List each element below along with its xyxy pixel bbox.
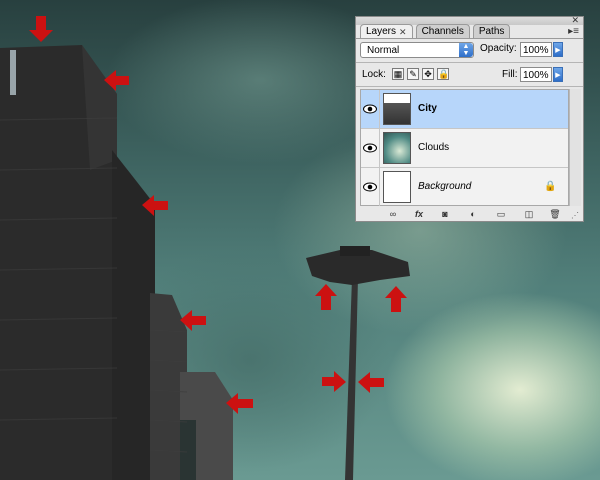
arrow-up-lamp-left <box>315 284 337 310</box>
layers-scrollbar[interactable] <box>569 89 581 206</box>
divider <box>356 86 583 87</box>
panel-bottom-bar: ∞ fx ◙ ◐ ▭ ◫ 🗑 ⋰ <box>360 207 581 221</box>
tab-layers[interactable]: Layers ✕ <box>360 24 413 39</box>
tab-divider <box>356 38 583 39</box>
layer-name: Clouds <box>418 142 450 153</box>
tab-paths[interactable]: Paths <box>472 24 511 39</box>
layer-row-clouds[interactable]: Clouds <box>361 129 568 168</box>
lock-pixels-icon[interactable]: ✎ <box>407 68 419 80</box>
arrow-right-post <box>322 371 346 392</box>
layer-thumbnail <box>383 171 411 203</box>
group-folder-icon[interactable]: ▭ <box>494 208 508 220</box>
layer-name: Background <box>418 181 472 192</box>
tab-close-icon[interactable]: ✕ <box>399 25 407 39</box>
resize-grip-icon[interactable]: ⋰ <box>571 211 579 220</box>
lock-position-icon[interactable]: ✥ <box>422 68 434 80</box>
layers-list: City Clouds Background 🔒 <box>360 89 569 206</box>
opacity-input[interactable]: 100% <box>520 42 552 57</box>
arrow-up-lamp-right <box>385 286 407 312</box>
layer-row-city[interactable]: City <box>361 90 568 129</box>
panel-close-icon[interactable]: ✕ <box>571 15 579 26</box>
blend-opacity-row: Normal ▲ ▼ Opacity: 100% ▶ <box>360 42 579 60</box>
visibility-eye-icon[interactable] <box>361 90 380 128</box>
lock-transparency-icon[interactable]: ▦ <box>392 68 404 80</box>
opacity-label: Opacity: <box>480 43 517 54</box>
blend-mode-value: Normal <box>367 45 400 56</box>
buildings <box>0 45 233 480</box>
fill-label: Fill: <box>502 69 518 80</box>
tab-paths-label: Paths <box>478 26 505 37</box>
layer-lock-icon: 🔒 <box>544 181 557 192</box>
panel-menu-icon[interactable]: ▸≡ <box>568 26 579 37</box>
updown-arrows-icon: ▲ ▼ <box>459 43 473 57</box>
layer-name: City <box>418 103 437 114</box>
fill-input[interactable]: 100% <box>520 67 552 82</box>
lock-fill-row: Lock: ▦ ✎ ✥ 🔒 Fill: 100% ▶ <box>360 67 579 83</box>
lock-all-icon[interactable]: 🔒 <box>437 68 449 80</box>
tab-channels-label: Channels <box>421 26 464 37</box>
tab-layers-label: Layers <box>366 26 397 37</box>
link-layers-icon[interactable]: ∞ <box>386 208 400 220</box>
trash-icon[interactable]: 🗑 <box>548 208 562 220</box>
lock-label: Lock: <box>362 69 386 80</box>
layer-style-icon[interactable]: fx <box>412 208 426 220</box>
opacity-slider-arrow-icon[interactable]: ▶ <box>553 42 563 57</box>
opacity-value: 100% <box>523 45 549 56</box>
arrow-left-post <box>358 372 384 393</box>
layers-panel: ✕ Layers ✕ Channels Paths ▸≡ Normal ▲ ▼ O… <box>355 15 584 222</box>
layer-row-background[interactable]: Background 🔒 <box>361 168 568 207</box>
arrow-down-top <box>29 16 53 42</box>
layer-thumbnail <box>383 93 411 125</box>
tab-channels[interactable]: Channels <box>415 24 470 39</box>
panel-tabs: Layers ✕ Channels Paths <box>360 24 511 39</box>
fill-slider-arrow-icon[interactable]: ▶ <box>553 67 563 82</box>
visibility-eye-icon[interactable] <box>361 129 380 167</box>
layer-mask-icon[interactable]: ◙ <box>438 208 452 220</box>
adjustment-layer-icon[interactable]: ◐ <box>466 208 480 220</box>
blend-mode-select[interactable]: Normal ▲ ▼ <box>360 42 474 58</box>
divider <box>356 62 583 63</box>
new-layer-icon[interactable]: ◫ <box>522 208 536 220</box>
layer-thumbnail <box>383 132 411 164</box>
visibility-eye-icon[interactable] <box>361 168 380 206</box>
lamp-post <box>306 246 410 480</box>
fill-value: 100% <box>523 70 549 81</box>
